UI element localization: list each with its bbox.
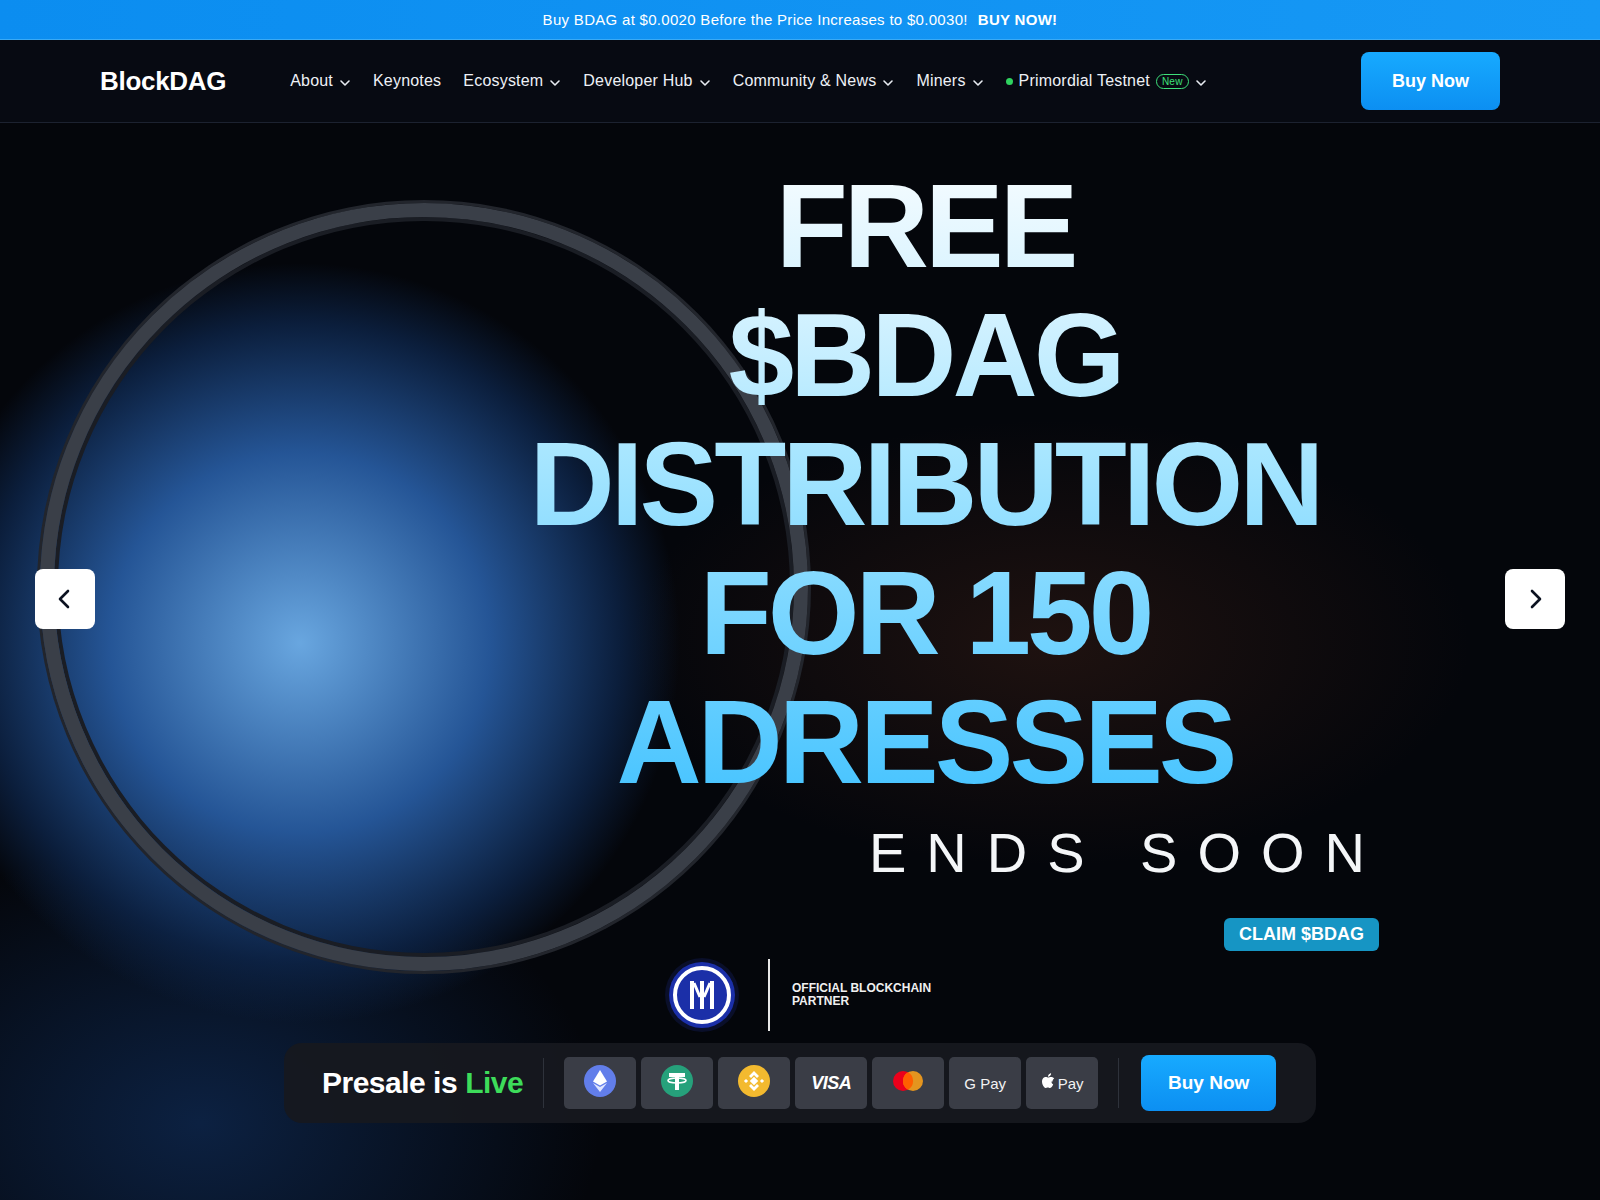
chevron-down-icon xyxy=(549,75,561,87)
nav-item[interactable]: Primordial Testnet New xyxy=(1006,72,1207,90)
payment-tile[interactable]: G Pay xyxy=(949,1057,1021,1109)
presale-text: Presale is xyxy=(322,1066,457,1100)
payment-label: Pay xyxy=(1058,1075,1084,1092)
payment-label: VISA xyxy=(811,1073,851,1094)
headline-line: FOR 150 xyxy=(465,549,1385,678)
nav-item[interactable]: Developer Hub xyxy=(583,72,710,90)
chevron-down-icon xyxy=(699,75,711,87)
payment-tile[interactable] xyxy=(564,1057,636,1109)
nav-label: Keynotes xyxy=(373,72,441,90)
payment-tile[interactable] xyxy=(718,1057,790,1109)
headline-line: FREE xyxy=(465,162,1385,291)
partner-badge: OFFICIAL BLOCKCHAINPARTNER xyxy=(664,957,1600,1033)
live-dot xyxy=(1006,78,1013,85)
promo-link[interactable]: BUY NOW! xyxy=(978,11,1058,28)
hero-content: FREE$BDAGDISTRIBUTIONFOR 150ADRESSES ENDS… xyxy=(0,123,1600,1123)
payment-tile[interactable] xyxy=(641,1057,713,1109)
nav-item[interactable]: About xyxy=(290,72,351,90)
top-nav: BlockDAG About Keynotes Ecosystem Developer … xyxy=(0,40,1600,123)
presale-live: Live xyxy=(465,1066,523,1100)
nav-label: Developer Hub xyxy=(583,72,692,90)
payment-tile[interactable]: VISA xyxy=(795,1057,867,1109)
partner-line: OFFICIAL BLOCKCHAIN xyxy=(792,982,931,995)
bnb-icon xyxy=(738,1065,770,1101)
promo-banner: Buy BDAG at $0.0020 Before the Price Inc… xyxy=(0,0,1600,40)
nav-label: Ecosystem xyxy=(463,72,543,90)
logo[interactable]: BlockDAG xyxy=(100,66,226,97)
club-crest-icon xyxy=(664,957,740,1033)
mastercard-icon xyxy=(891,1070,925,1096)
payment-tile[interactable] xyxy=(872,1057,944,1109)
nav-item[interactable]: Miners xyxy=(916,72,983,90)
partner-divider xyxy=(768,959,770,1031)
claim-button[interactable]: CLAIM $BDAG xyxy=(1224,918,1379,951)
nav-item[interactable]: Ecosystem xyxy=(463,72,561,90)
ethereum-icon xyxy=(584,1065,616,1101)
payment-methods: VISA G Pay Pay xyxy=(564,1057,1098,1109)
nav-item[interactable]: Community & News xyxy=(733,72,895,90)
ends-soon: ENDS SOON xyxy=(465,821,1385,885)
promo-text: Buy BDAG at $0.0020 Before the Price Inc… xyxy=(543,11,968,28)
nav-label: About xyxy=(290,72,333,90)
partner-text: OFFICIAL BLOCKCHAINPARTNER xyxy=(792,982,931,1008)
headline: FREE$BDAGDISTRIBUTIONFOR 150ADRESSES xyxy=(465,162,1385,807)
claim-row: CLAIM $BDAG xyxy=(465,918,1379,951)
tether-icon xyxy=(661,1065,693,1101)
buy-now-button[interactable]: Buy Now xyxy=(1361,52,1500,110)
chevron-down-icon xyxy=(1195,75,1207,87)
headline-line: DISTRIBUTION xyxy=(465,420,1385,549)
payment-tile[interactable]: Pay xyxy=(1026,1057,1098,1109)
prev-arrow-icon[interactable] xyxy=(35,569,95,629)
hero-section: FREE$BDAGDISTRIBUTIONFOR 150ADRESSES ENDS… xyxy=(0,123,1600,1200)
nav-label: Miners xyxy=(916,72,965,90)
chevron-down-icon xyxy=(882,75,894,87)
divider xyxy=(543,1058,544,1108)
headline-line: $BDAG xyxy=(465,291,1385,420)
presale-bar: Presale isLive VISA G Pay Pay Buy Now xyxy=(284,1043,1316,1123)
divider xyxy=(1118,1058,1119,1108)
nav-item[interactable]: Keynotes xyxy=(373,72,441,90)
hero-title: FREE$BDAGDISTRIBUTIONFOR 150ADRESSES ENDS… xyxy=(465,162,1385,951)
nav-label: Primordial Testnet xyxy=(1019,72,1150,90)
presale-buy-button[interactable]: Buy Now xyxy=(1141,1055,1276,1111)
payment-label: G Pay xyxy=(964,1075,1006,1092)
partner-line: PARTNER xyxy=(792,995,931,1008)
new-badge: New xyxy=(1156,74,1189,89)
chevron-down-icon xyxy=(972,75,984,87)
headline-line: ADRESSES xyxy=(465,678,1385,807)
presale-label: Presale isLive xyxy=(322,1066,523,1100)
nav-menu: About Keynotes Ecosystem Developer Hub Commu… xyxy=(290,72,1206,90)
nav-label: Community & News xyxy=(733,72,877,90)
next-arrow-icon[interactable] xyxy=(1505,569,1565,629)
chevron-down-icon xyxy=(339,75,351,87)
apple-icon xyxy=(1041,1073,1055,1093)
